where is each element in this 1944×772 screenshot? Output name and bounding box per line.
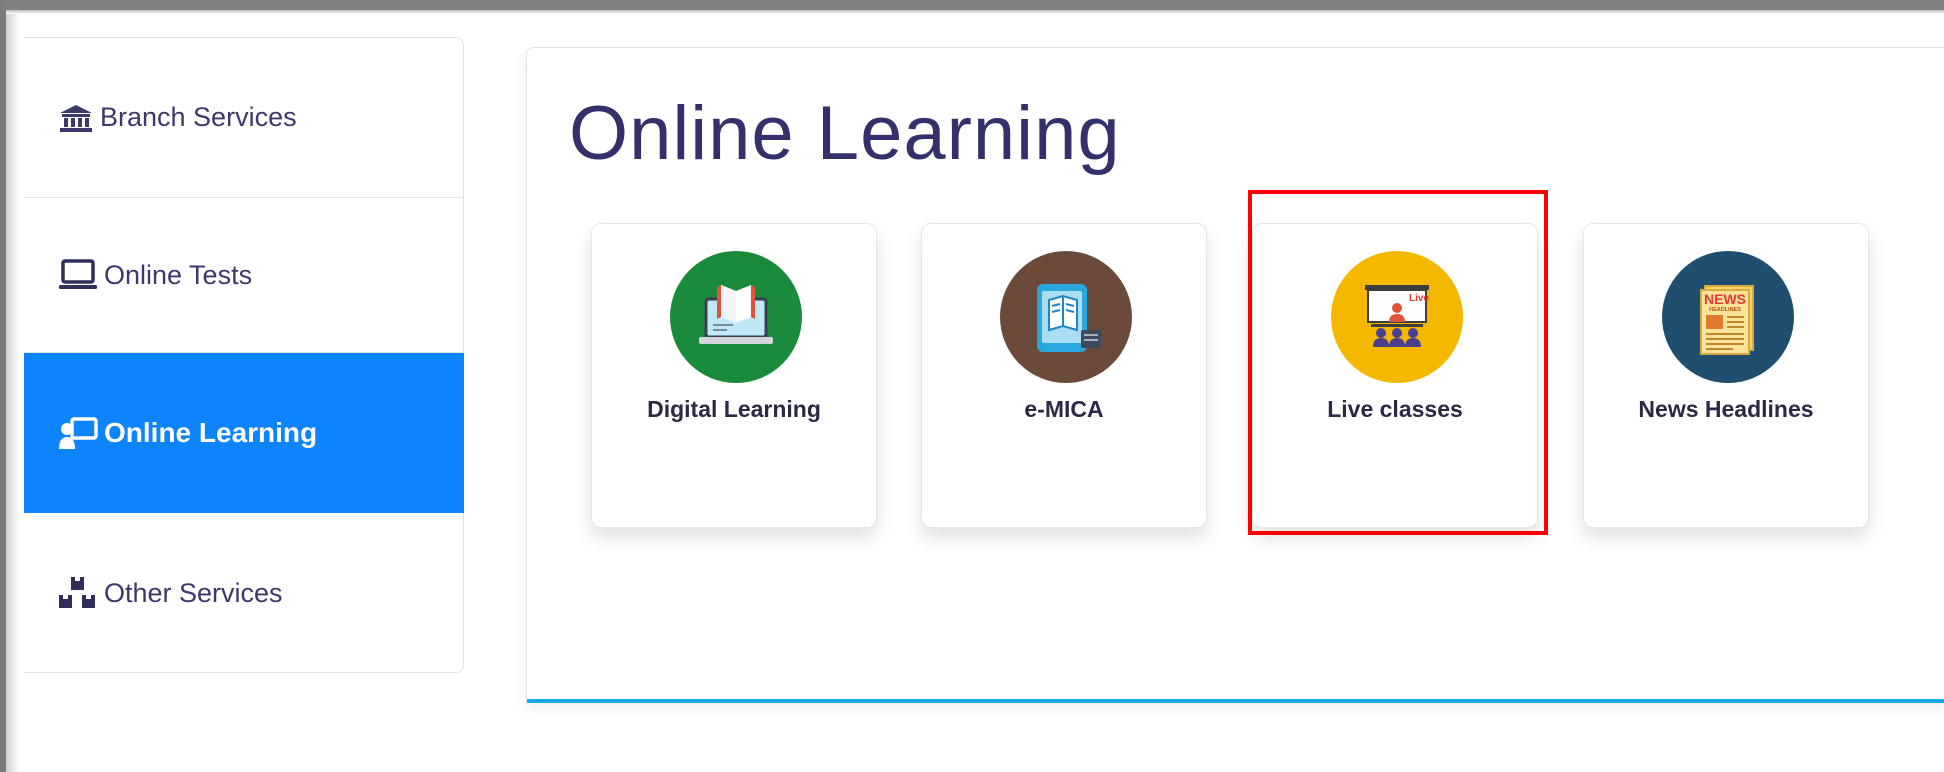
card-label: News Headlines <box>1638 396 1814 422</box>
newspaper-subtitle-text: HEADLINES <box>1709 307 1741 313</box>
page-title: Online Learning <box>569 91 1121 176</box>
newspaper-title-text: NEWS <box>1704 291 1746 307</box>
live-classroom-icon: Live <box>1331 251 1463 383</box>
card-digital-learning[interactable]: Digital Learning <box>591 223 877 528</box>
sidebar: Branch Services Online Tests Online Lear… <box>24 37 464 673</box>
sidebar-item-other-services[interactable]: Other Services <box>24 513 464 673</box>
card-label: Digital Learning <box>647 396 821 422</box>
newspaper-icon: NEWS HEADLINES <box>1662 251 1794 383</box>
sidebar-item-label: Online Learning <box>104 417 318 448</box>
bank-icon <box>58 103 94 133</box>
sidebar-item-online-learning[interactable]: Online Learning <box>24 353 464 513</box>
laptop-book-icon <box>670 251 802 383</box>
card-e-mica[interactable]: e-MICA <box>921 223 1207 528</box>
sidebar-item-label: Online Tests <box>104 259 253 290</box>
teacher-board-icon <box>58 416 98 450</box>
sidebar-item-branch-services[interactable]: Branch Services <box>24 38 464 198</box>
live-badge-text: Live <box>1409 293 1429 304</box>
card-news-headlines[interactable]: NEWS HEADLINES News Headlines <box>1583 223 1869 528</box>
sidebar-item-label: Other Services <box>104 577 283 608</box>
boxes-icon <box>58 576 98 610</box>
card-live-classes[interactable]: Live Live classes <box>1252 223 1538 528</box>
sidebar-item-online-tests[interactable]: Online Tests <box>24 198 464 353</box>
frame-shadow <box>6 10 20 772</box>
main-panel: Online Learning Digital Learning e-MICA … <box>526 47 1944 703</box>
card-label: Live classes <box>1327 396 1463 422</box>
laptop-icon <box>58 258 98 292</box>
sidebar-item-label: Branch Services <box>100 102 297 132</box>
tablet-book-icon <box>1000 251 1132 383</box>
window-frame: Branch Services Online Tests Online Lear… <box>0 0 1944 772</box>
card-label: e-MICA <box>1024 396 1104 422</box>
